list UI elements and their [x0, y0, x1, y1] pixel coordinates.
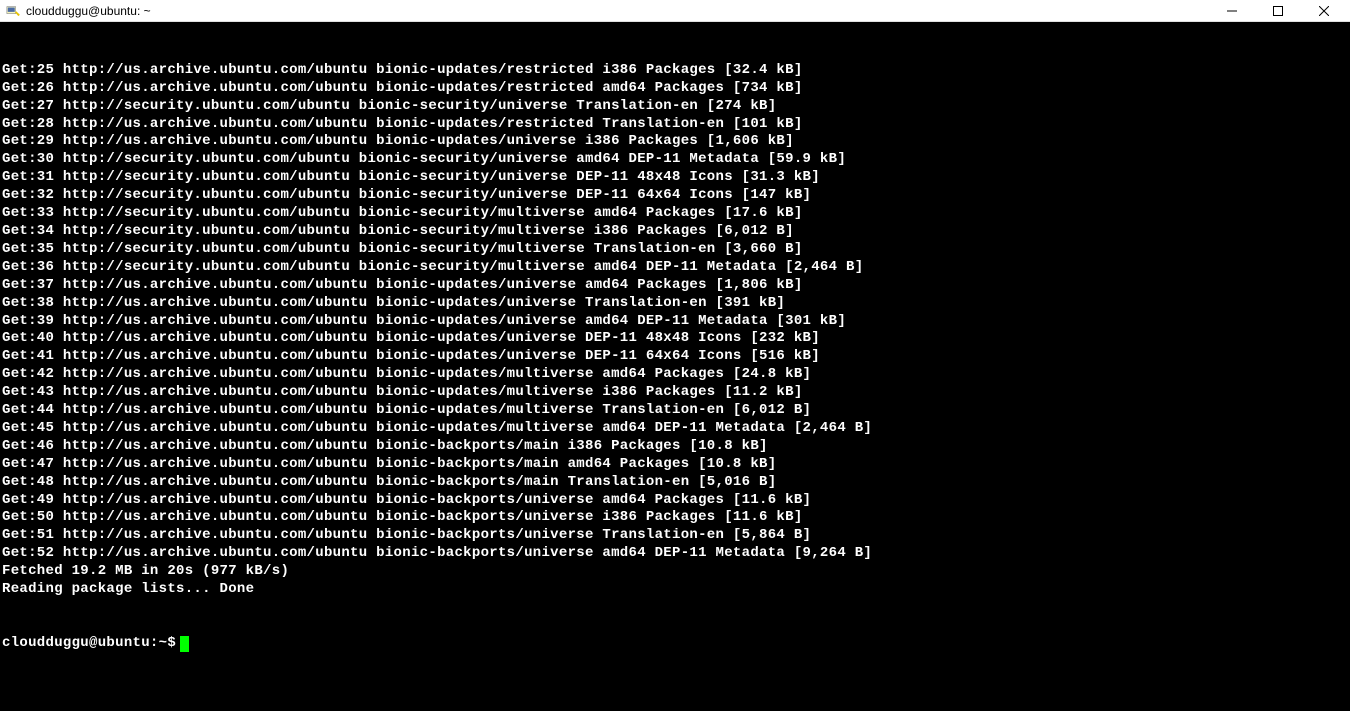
close-button[interactable]	[1310, 2, 1338, 20]
prompt-line: cloudduggu@ubuntu:~$	[2, 635, 1348, 653]
terminal-output-line: Get:50 http://us.archive.ubuntu.com/ubun…	[2, 509, 1348, 527]
terminal-output-line: Get:42 http://us.archive.ubuntu.com/ubun…	[2, 366, 1348, 384]
terminal-output-line: Get:52 http://us.archive.ubuntu.com/ubun…	[2, 545, 1348, 563]
minimize-button[interactable]	[1218, 2, 1246, 20]
terminal-output-line: Get:38 http://us.archive.ubuntu.com/ubun…	[2, 295, 1348, 313]
terminal-output-line: Get:29 http://us.archive.ubuntu.com/ubun…	[2, 133, 1348, 151]
terminal-output-line: Get:47 http://us.archive.ubuntu.com/ubun…	[2, 456, 1348, 474]
terminal-output-line: Get:40 http://us.archive.ubuntu.com/ubun…	[2, 330, 1348, 348]
terminal-output-line: Get:43 http://us.archive.ubuntu.com/ubun…	[2, 384, 1348, 402]
terminal-output-line: Get:48 http://us.archive.ubuntu.com/ubun…	[2, 474, 1348, 492]
terminal-output-line: Get:45 http://us.archive.ubuntu.com/ubun…	[2, 420, 1348, 438]
terminal-output-line: Get:27 http://security.ubuntu.com/ubuntu…	[2, 98, 1348, 116]
terminal-output-line: Fetched 19.2 MB in 20s (977 kB/s)	[2, 563, 1348, 581]
terminal-output-line: Get:39 http://us.archive.ubuntu.com/ubun…	[2, 313, 1348, 331]
terminal-output-line: Get:28 http://us.archive.ubuntu.com/ubun…	[2, 116, 1348, 134]
window-controls	[1218, 2, 1344, 20]
window-titlebar: cloudduggu@ubuntu: ~	[0, 0, 1350, 22]
putty-icon	[6, 4, 20, 18]
window-title: cloudduggu@ubuntu: ~	[26, 4, 1218, 18]
terminal-area[interactable]: Get:25 http://us.archive.ubuntu.com/ubun…	[0, 22, 1350, 711]
terminal-output-line: Get:37 http://us.archive.ubuntu.com/ubun…	[2, 277, 1348, 295]
terminal-output-line: Get:36 http://security.ubuntu.com/ubuntu…	[2, 259, 1348, 277]
terminal-output-line: Get:34 http://security.ubuntu.com/ubuntu…	[2, 223, 1348, 241]
terminal-output-line: Reading package lists... Done	[2, 581, 1348, 599]
maximize-button[interactable]	[1264, 2, 1292, 20]
terminal-output-line: Get:32 http://security.ubuntu.com/ubuntu…	[2, 187, 1348, 205]
terminal-output-line: Get:25 http://us.archive.ubuntu.com/ubun…	[2, 62, 1348, 80]
shell-prompt: cloudduggu@ubuntu:~$	[2, 635, 176, 653]
terminal-output-line: Get:49 http://us.archive.ubuntu.com/ubun…	[2, 492, 1348, 510]
terminal-output-line: Get:51 http://us.archive.ubuntu.com/ubun…	[2, 527, 1348, 545]
terminal-output-line: Get:30 http://security.ubuntu.com/ubuntu…	[2, 151, 1348, 169]
terminal-output-line: Get:33 http://security.ubuntu.com/ubuntu…	[2, 205, 1348, 223]
cursor	[180, 636, 189, 652]
terminal-output-line: Get:41 http://us.archive.ubuntu.com/ubun…	[2, 348, 1348, 366]
terminal-output-line: Get:26 http://us.archive.ubuntu.com/ubun…	[2, 80, 1348, 98]
terminal-output-line: Get:31 http://security.ubuntu.com/ubuntu…	[2, 169, 1348, 187]
terminal-output-line: Get:44 http://us.archive.ubuntu.com/ubun…	[2, 402, 1348, 420]
terminal-output-line: Get:46 http://us.archive.ubuntu.com/ubun…	[2, 438, 1348, 456]
terminal-output-line: Get:35 http://security.ubuntu.com/ubuntu…	[2, 241, 1348, 259]
